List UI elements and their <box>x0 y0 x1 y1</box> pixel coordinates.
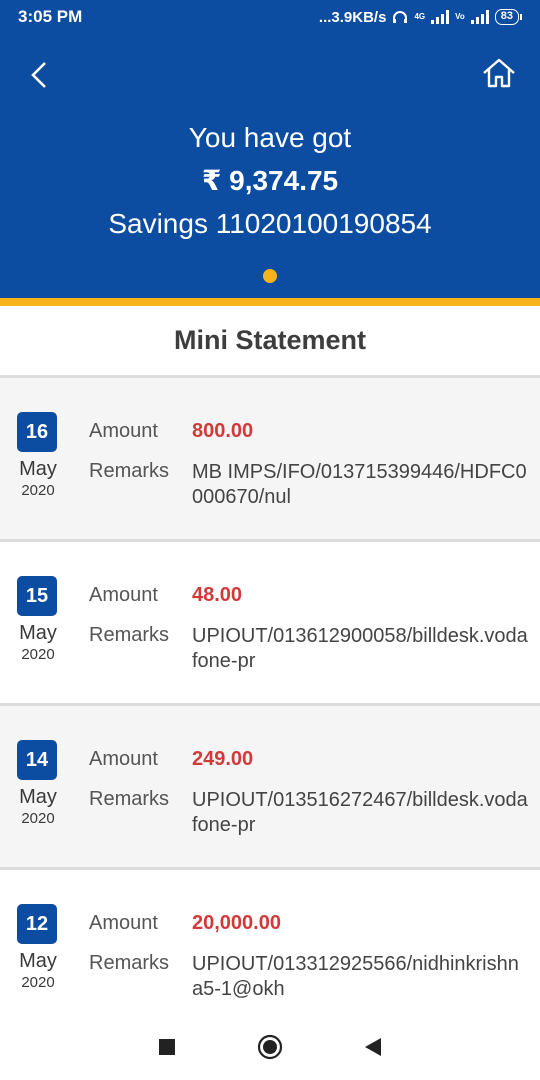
date-year: 2020 <box>21 974 55 991</box>
volte-tag: Vo <box>455 12 465 21</box>
date-day: 12 <box>17 904 57 944</box>
account-header: You have got ₹ 9,374.75 Savings 11020100… <box>0 34 540 298</box>
signal-icon <box>431 10 450 24</box>
amount-value: 800.00 <box>192 420 254 442</box>
network-speed: ...3.9KB/s <box>318 8 387 26</box>
date-month: May <box>19 950 57 972</box>
balance-caption: You have got <box>188 122 352 153</box>
account-number: Savings 11020100190854 <box>108 208 432 239</box>
remarks-value: UPIOUT/013612900058/billdesk.vodafone-pr <box>192 625 528 672</box>
home-icon <box>483 58 515 88</box>
remarks-label: Remarks <box>89 460 170 482</box>
date-year: 2020 <box>21 482 55 499</box>
battery-level: 83 <box>494 9 519 25</box>
transaction-row[interactable]: 14 May 2020 Amount 249.00 Remarks UPIOUT… <box>0 706 540 870</box>
date-year: 2020 <box>21 646 55 663</box>
battery-icon: 83 <box>494 9 522 25</box>
page-indicator-dot[interactable] <box>263 269 277 283</box>
triangle-back-icon <box>365 1038 382 1056</box>
balance-amount: ₹ 9,374.75 <box>201 165 339 196</box>
battery-tip <box>520 14 522 20</box>
signal-icon-2 <box>470 10 489 24</box>
remarks-label: Remarks <box>89 624 170 646</box>
system-home-button[interactable] <box>250 1027 290 1067</box>
date-day: 14 <box>17 740 57 780</box>
square-icon <box>158 1039 175 1055</box>
back-button[interactable] <box>22 56 56 94</box>
remarks-value: UPIOUT/013516272467/billdesk.vodafone-pr <box>192 789 528 836</box>
remarks-label: Remarks <box>89 952 170 974</box>
remarks-value: UPIOUT/013312925566/nidhinkrishna5-1@okh <box>192 953 519 1000</box>
date-year: 2020 <box>21 810 55 827</box>
status-indicators: ...3.9KB/s 4G Vo 83 <box>319 9 522 26</box>
chevron-left-icon <box>31 62 46 88</box>
transaction-row[interactable]: 15 May 2020 Amount 48.00 Remarks UPIOUT/… <box>0 542 540 706</box>
system-nav-bar <box>0 1014 540 1080</box>
accent-divider <box>0 298 540 306</box>
amount-value: 249.00 <box>192 748 254 770</box>
amount-label: Amount <box>89 912 158 934</box>
remarks-label: Remarks <box>89 788 170 810</box>
status-time: 3:05 PM <box>18 7 83 26</box>
headphones-icon <box>393 11 408 23</box>
amount-label: Amount <box>89 420 158 442</box>
remarks-value: MB IMPS/IFO/013715399446/HDFC0000670/nul <box>192 461 527 508</box>
date-month: May <box>19 622 57 644</box>
amount-value: 20,000.00 <box>192 912 281 934</box>
system-back-button[interactable] <box>353 1027 393 1067</box>
transaction-row[interactable]: 16 May 2020 Amount 800.00 Remarks MB IMP… <box>0 378 540 542</box>
transaction-list[interactable]: 16 May 2020 Amount 800.00 Remarks MB IMP… <box>0 378 540 1014</box>
section-title: Mini Statement <box>0 306 540 378</box>
date-month: May <box>19 786 57 808</box>
status-bar: 3:05 PM ...3.9KB/s 4G Vo 83 <box>0 0 540 34</box>
amount-label: Amount <box>89 584 158 606</box>
date-day: 16 <box>17 412 57 452</box>
date-month: May <box>19 458 57 480</box>
home-button[interactable] <box>480 54 518 92</box>
recents-button[interactable] <box>147 1027 187 1067</box>
circle-icon <box>257 1034 283 1060</box>
network-tag: 4G <box>414 12 426 21</box>
amount-label: Amount <box>89 748 158 770</box>
amount-value: 48.00 <box>192 584 243 606</box>
date-day: 15 <box>17 576 57 616</box>
transaction-row[interactable]: 12 May 2020 Amount 20,000.00 Remarks UPI… <box>0 870 540 1014</box>
